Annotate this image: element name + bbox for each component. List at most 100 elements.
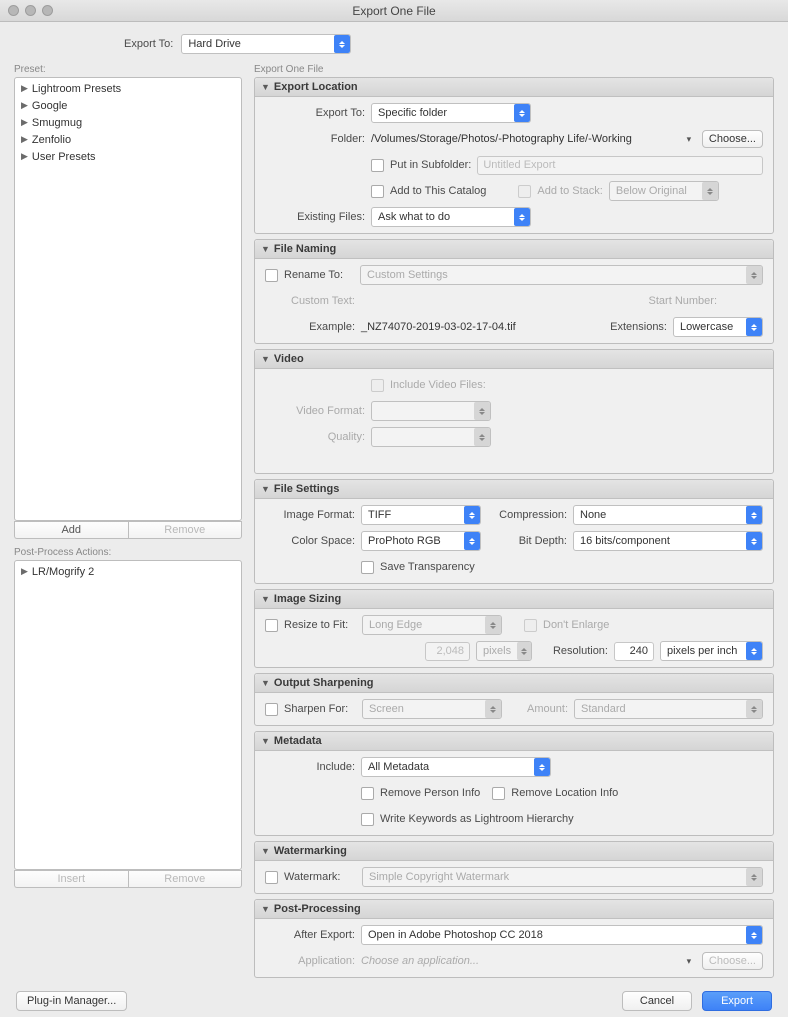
triangle-right-icon: ▶: [21, 83, 28, 94]
include-video-checkbox: [371, 379, 384, 392]
section-header[interactable]: ▼Image Sizing: [255, 590, 773, 609]
chevron-updown-icon: [474, 428, 490, 446]
add-stack-checkbox: [518, 185, 531, 198]
triangle-down-icon: ▼: [261, 354, 270, 364]
video-format-label: Video Format:: [265, 405, 365, 417]
add-preset-button[interactable]: Add: [14, 521, 128, 539]
export-to-value: Hard Drive: [188, 38, 241, 50]
remove-person-label: Remove Person Info: [380, 787, 480, 799]
chevron-updown-icon: [514, 208, 530, 226]
resize-select: Long Edge: [362, 615, 502, 635]
chevron-updown-icon: [474, 402, 490, 420]
section-header[interactable]: ▼Video: [255, 350, 773, 369]
resize-checkbox[interactable]: [265, 619, 278, 632]
chevron-updown-icon: [746, 642, 762, 660]
example-label: Example:: [265, 321, 355, 333]
after-export-label: After Export:: [265, 929, 355, 941]
close-icon[interactable]: [8, 5, 19, 16]
keywords-hierarchy-checkbox[interactable]: [361, 813, 374, 826]
section-header[interactable]: ▼Metadata: [255, 732, 773, 751]
plugin-manager-button[interactable]: Plug-in Manager...: [16, 991, 127, 1011]
section-header[interactable]: ▼File Naming: [255, 240, 773, 259]
triangle-down-icon: ▼: [261, 904, 270, 914]
preset-list[interactable]: ▶Lightroom Presets ▶Google ▶Smugmug ▶Zen…: [14, 77, 242, 521]
existing-files-label: Existing Files:: [265, 211, 365, 223]
cancel-button[interactable]: Cancel: [622, 991, 692, 1011]
choose-folder-button[interactable]: Choose...: [702, 130, 763, 148]
compression-label: Compression:: [487, 509, 567, 521]
bitdepth-select[interactable]: 16 bits/component: [573, 531, 763, 551]
image-format-select[interactable]: TIFF: [361, 505, 481, 525]
image-format-label: Image Format:: [265, 509, 355, 521]
choose-app-button: Choose...: [702, 952, 763, 970]
watermark-label: Watermark:: [284, 871, 356, 883]
extensions-label: Extensions:: [610, 321, 667, 333]
preset-item[interactable]: ▶User Presets: [15, 148, 241, 165]
sharpen-checkbox[interactable]: [265, 703, 278, 716]
postproc-header: Post-Process Actions:: [14, 547, 242, 558]
section-header[interactable]: ▼Export Location: [255, 78, 773, 97]
chevron-updown-icon: [746, 868, 762, 886]
triangle-right-icon: ▶: [21, 117, 28, 128]
colorspace-select[interactable]: ProPhoto RGB: [361, 531, 481, 551]
preset-item[interactable]: ▶Smugmug: [15, 114, 241, 131]
resolution-units-select[interactable]: pixels per inch: [660, 641, 763, 661]
remove-location-checkbox[interactable]: [492, 787, 505, 800]
subfolder-input[interactable]: [477, 156, 763, 175]
triangle-down-icon: ▼: [261, 82, 270, 92]
include-select[interactable]: All Metadata: [361, 757, 551, 777]
include-label: Include:: [265, 761, 355, 773]
export-button[interactable]: Export: [702, 991, 772, 1011]
resize-label: Resize to Fit:: [284, 619, 356, 631]
section-header[interactable]: ▼Output Sharpening: [255, 674, 773, 693]
zoom-icon[interactable]: [42, 5, 53, 16]
rename-checkbox[interactable]: [265, 269, 278, 282]
remove-preset-button[interactable]: Remove: [128, 521, 243, 539]
watermark-select: Simple Copyright Watermark: [362, 867, 763, 887]
postproc-item[interactable]: ▶LR/Mogrify 2: [15, 563, 241, 580]
dont-enlarge-checkbox: [524, 619, 537, 632]
compression-select[interactable]: None: [573, 505, 763, 525]
application-placeholder: Choose an application...: [361, 955, 676, 967]
add-stack-label: Add to Stack:: [537, 185, 602, 197]
put-subfolder-checkbox[interactable]: [371, 159, 384, 172]
rename-select: Custom Settings: [360, 265, 763, 285]
preset-item[interactable]: ▶Zenfolio: [15, 131, 241, 148]
preset-item[interactable]: ▶Google: [15, 97, 241, 114]
triangle-down-icon: ▼: [261, 594, 270, 604]
after-export-select[interactable]: Open in Adobe Photoshop CC 2018: [361, 925, 763, 945]
chevron-updown-icon: [485, 700, 501, 718]
colorspace-label: Color Space:: [265, 535, 355, 547]
chevron-updown-icon: [746, 506, 762, 524]
sharpen-select: Screen: [362, 699, 502, 719]
section-header[interactable]: ▼Post-Processing: [255, 900, 773, 919]
resolution-input[interactable]: [614, 642, 654, 661]
location-export-to-label: Export To:: [265, 107, 365, 119]
location-export-to-select[interactable]: Specific folder: [371, 103, 531, 123]
remove-person-checkbox[interactable]: [361, 787, 374, 800]
export-to-select[interactable]: Hard Drive: [181, 34, 351, 54]
section-header[interactable]: ▼File Settings: [255, 480, 773, 499]
chevron-down-icon[interactable]: ▾: [682, 132, 696, 146]
extensions-select[interactable]: Lowercase: [673, 317, 763, 337]
existing-files-select[interactable]: Ask what to do: [371, 207, 531, 227]
minimize-icon[interactable]: [25, 5, 36, 16]
resolution-label: Resolution:: [538, 645, 608, 657]
preset-item[interactable]: ▶Lightroom Presets: [15, 80, 241, 97]
remove-action-button[interactable]: Remove: [128, 870, 243, 888]
postproc-list[interactable]: ▶LR/Mogrify 2: [14, 560, 242, 870]
chevron-updown-icon: [464, 506, 480, 524]
triangle-down-icon: ▼: [261, 244, 270, 254]
section-header[interactable]: ▼Watermarking: [255, 842, 773, 861]
add-catalog-checkbox[interactable]: [371, 185, 384, 198]
watermark-checkbox[interactable]: [265, 871, 278, 884]
amount-label: Amount:: [508, 703, 568, 715]
size-input: [425, 642, 470, 661]
chevron-updown-icon: [746, 266, 762, 284]
start-number-label: Start Number:: [649, 295, 717, 307]
dont-enlarge-label: Don't Enlarge: [543, 619, 609, 631]
transparency-checkbox[interactable]: [361, 561, 374, 574]
triangle-right-icon: ▶: [21, 566, 28, 577]
insert-action-button[interactable]: Insert: [14, 870, 128, 888]
chevron-updown-icon: [517, 642, 531, 660]
